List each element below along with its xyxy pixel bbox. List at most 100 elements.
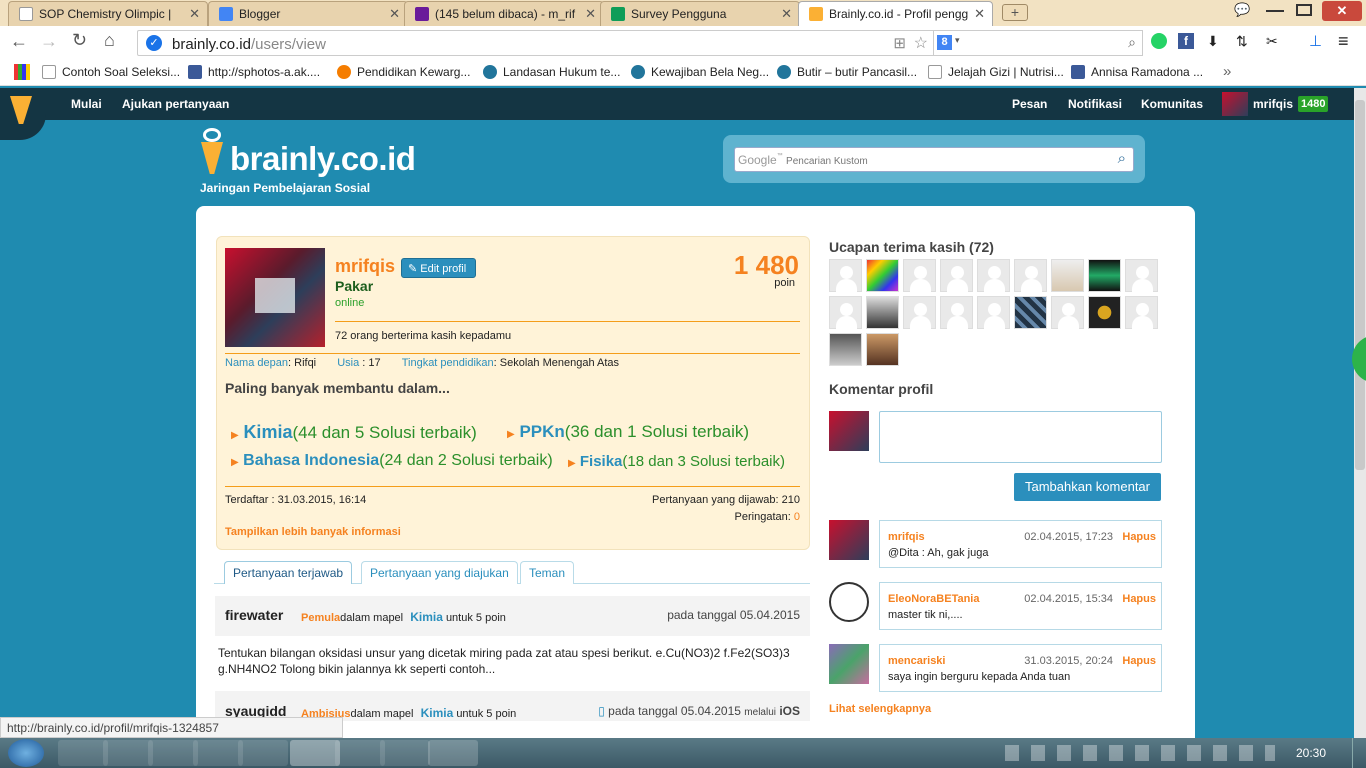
search-icon[interactable]: ⌕ <box>1128 34 1136 51</box>
system-tray-icons[interactable] <box>1005 745 1275 761</box>
thanks-avatar[interactable] <box>903 296 936 330</box>
app-taskbar-icon[interactable] <box>193 740 243 766</box>
chat-icon[interactable]: 💬 <box>1234 2 1250 18</box>
home-icon[interactable]: ⌂ <box>104 30 115 51</box>
thanks-avatar[interactable] <box>1014 296 1047 329</box>
apps-icon[interactable] <box>14 64 30 80</box>
comment-input[interactable] <box>879 411 1162 463</box>
close-icon[interactable]: ✕ <box>189 6 200 22</box>
nav-pesan[interactable]: Pesan <box>1012 97 1047 111</box>
app-taskbar-icon[interactable] <box>380 740 430 766</box>
bookmark-6[interactable]: Butir – butir Pancasil... <box>777 65 917 79</box>
thanks-avatar[interactable] <box>977 296 1010 330</box>
thanks-avatar[interactable] <box>866 333 899 366</box>
bookmark-4[interactable]: Landasan Hukum te... <box>483 65 620 79</box>
subject-fisika[interactable]: ▶ Fisika(18 dan 3 Solusi terbaik) <box>568 453 785 470</box>
thanks-avatar[interactable] <box>903 259 936 293</box>
chevron-down-icon[interactable]: ▾ <box>955 35 960 46</box>
app-taskbar-icon[interactable] <box>103 740 153 766</box>
comment-avatar[interactable] <box>829 644 869 684</box>
back-icon[interactable]: ← <box>10 31 28 52</box>
ie-taskbar-icon[interactable] <box>335 740 385 766</box>
bookmark-7[interactable]: Jelajah Gizi | Nutrisi... <box>928 65 1064 79</box>
scrollbar-thumb[interactable] <box>1355 100 1365 470</box>
subject-kimia[interactable]: ▶ Kimia(44 dan 5 Solusi terbaik) <box>231 422 477 443</box>
minimize-button[interactable] <box>1266 2 1284 18</box>
new-tab-button[interactable]: + <box>1002 4 1028 21</box>
bookmark-3[interactable]: Pendidikan Kewarg... <box>337 65 470 79</box>
close-icon[interactable]: ✕ <box>974 6 985 22</box>
browser-tab-3[interactable]: (145 belum dibaca) - m_rif ✕ <box>404 1 604 26</box>
start-button[interactable] <box>8 739 44 767</box>
edit-profile-button[interactable]: ✎ Edit profil <box>401 258 476 278</box>
thanks-avatar[interactable] <box>1051 259 1084 292</box>
search-engine-box[interactable]: 8 ▾ ⌕ <box>933 30 1143 56</box>
browser-tab-2[interactable]: Blogger ✕ <box>208 1 408 26</box>
thanks-avatar[interactable] <box>829 296 862 330</box>
translate-icon[interactable]: ⊞ <box>893 34 906 52</box>
thanks-avatar[interactable] <box>866 296 899 329</box>
chrome-taskbar-icon[interactable] <box>290 740 340 766</box>
show-desktop-button[interactable] <box>1352 738 1366 768</box>
firefox-taskbar-icon[interactable] <box>148 740 198 766</box>
more-info-link[interactable]: Tampilkan lebih banyak informasi <box>225 526 401 538</box>
site-search-input[interactable]: Google™ Pencarian Kustom ⌕ <box>734 147 1134 172</box>
add-comment-button[interactable]: Tambahkan komentar <box>1014 473 1161 501</box>
thanks-avatar[interactable] <box>829 259 862 293</box>
scissors-icon[interactable]: ✂ <box>1266 33 1278 50</box>
address-bar[interactable]: ✓ brainly.co.id/users/view ⊞ ☆ <box>137 30 943 56</box>
bookmark-8[interactable]: Annisa Ramadona ... <box>1071 65 1203 79</box>
comment-avatar[interactable] <box>829 520 869 560</box>
browser-tab-5-active[interactable]: Brainly.co.id - Profil pengg ✕ <box>798 1 993 26</box>
close-icon[interactable]: ✕ <box>585 6 596 22</box>
subject-bahasa-indonesia[interactable]: ▶ Bahasa Indonesia(24 dan 2 Solusi terba… <box>231 452 553 470</box>
tab-friends[interactable]: Teman <box>520 561 575 584</box>
close-window-button[interactable]: ✕ <box>1322 1 1362 21</box>
tab-asked[interactable]: Pertanyaan yang diajukan <box>361 561 518 584</box>
facebook-icon[interactable]: f <box>1178 33 1194 49</box>
search-icon[interactable]: ⌕ <box>1118 150 1126 167</box>
user-avatar-small[interactable] <box>1222 92 1248 116</box>
thanks-avatar[interactable] <box>940 296 973 330</box>
restore-button[interactable] <box>1296 4 1312 16</box>
reload-icon[interactable]: ↻ <box>72 30 87 51</box>
extension-icon[interactable]: ⊥ <box>1309 32 1322 50</box>
download-icon[interactable]: ⬇ <box>1207 33 1219 50</box>
thanks-avatar[interactable] <box>1088 259 1121 292</box>
nav-ajukan-pertanyaan[interactable]: Ajukan pertanyaan <box>122 97 229 111</box>
thanks-avatar[interactable] <box>940 259 973 293</box>
nav-notifikasi[interactable]: Notifikasi <box>1068 97 1122 111</box>
close-icon[interactable]: ✕ <box>781 6 792 22</box>
more-bookmarks-icon[interactable]: » <box>1223 63 1231 80</box>
explorer-taskbar-icon[interactable] <box>58 740 108 766</box>
close-icon[interactable]: ✕ <box>389 6 400 22</box>
thanks-avatar[interactable] <box>866 259 899 292</box>
star-icon[interactable]: ☆ <box>914 33 928 53</box>
brand-logo-text[interactable]: brainly.co.id <box>230 140 416 178</box>
thanks-avatar[interactable] <box>829 333 862 366</box>
whatsapp-icon[interactable] <box>1151 33 1167 49</box>
bookmark-2[interactable]: http://sphotos-a.ak.... <box>188 65 320 79</box>
nav-komunitas[interactable]: Komunitas <box>1141 97 1203 111</box>
comment-avatar[interactable] <box>829 582 869 622</box>
delete-comment-link[interactable]: Hapus <box>1122 531 1156 543</box>
browser-tab-4[interactable]: Survey Pengguna ✕ <box>600 1 800 26</box>
thanks-avatar[interactable] <box>1051 296 1084 330</box>
delete-comment-link[interactable]: Hapus <box>1122 593 1156 605</box>
see-more-link[interactable]: Lihat selengkapnya <box>829 703 931 715</box>
tab-answered[interactable]: Pertanyaan terjawab <box>224 561 353 584</box>
delete-comment-link[interactable]: Hapus <box>1122 655 1156 667</box>
thanks-avatar[interactable] <box>1014 259 1047 293</box>
bookmark-1[interactable]: Contoh Soal Seleksi... <box>42 65 180 79</box>
question-user[interactable]: firewater <box>225 607 283 623</box>
browser-tab-1[interactable]: SOP Chemistry Olimpic | ✕ <box>8 1 208 26</box>
question-text[interactable]: Tentukan bilangan oksidasi unsur yang di… <box>218 645 808 677</box>
thanks-avatar[interactable] <box>1125 296 1158 330</box>
word-taskbar-icon[interactable] <box>428 740 478 766</box>
user-name-link[interactable]: mrifqis <box>1253 97 1293 111</box>
brainly-logo-icon[interactable] <box>197 128 227 178</box>
app-taskbar-icon[interactable] <box>238 740 288 766</box>
nav-mulai[interactable]: Mulai <box>71 97 102 111</box>
thanks-avatar[interactable] <box>977 259 1010 293</box>
thanks-avatar[interactable] <box>1125 259 1158 293</box>
